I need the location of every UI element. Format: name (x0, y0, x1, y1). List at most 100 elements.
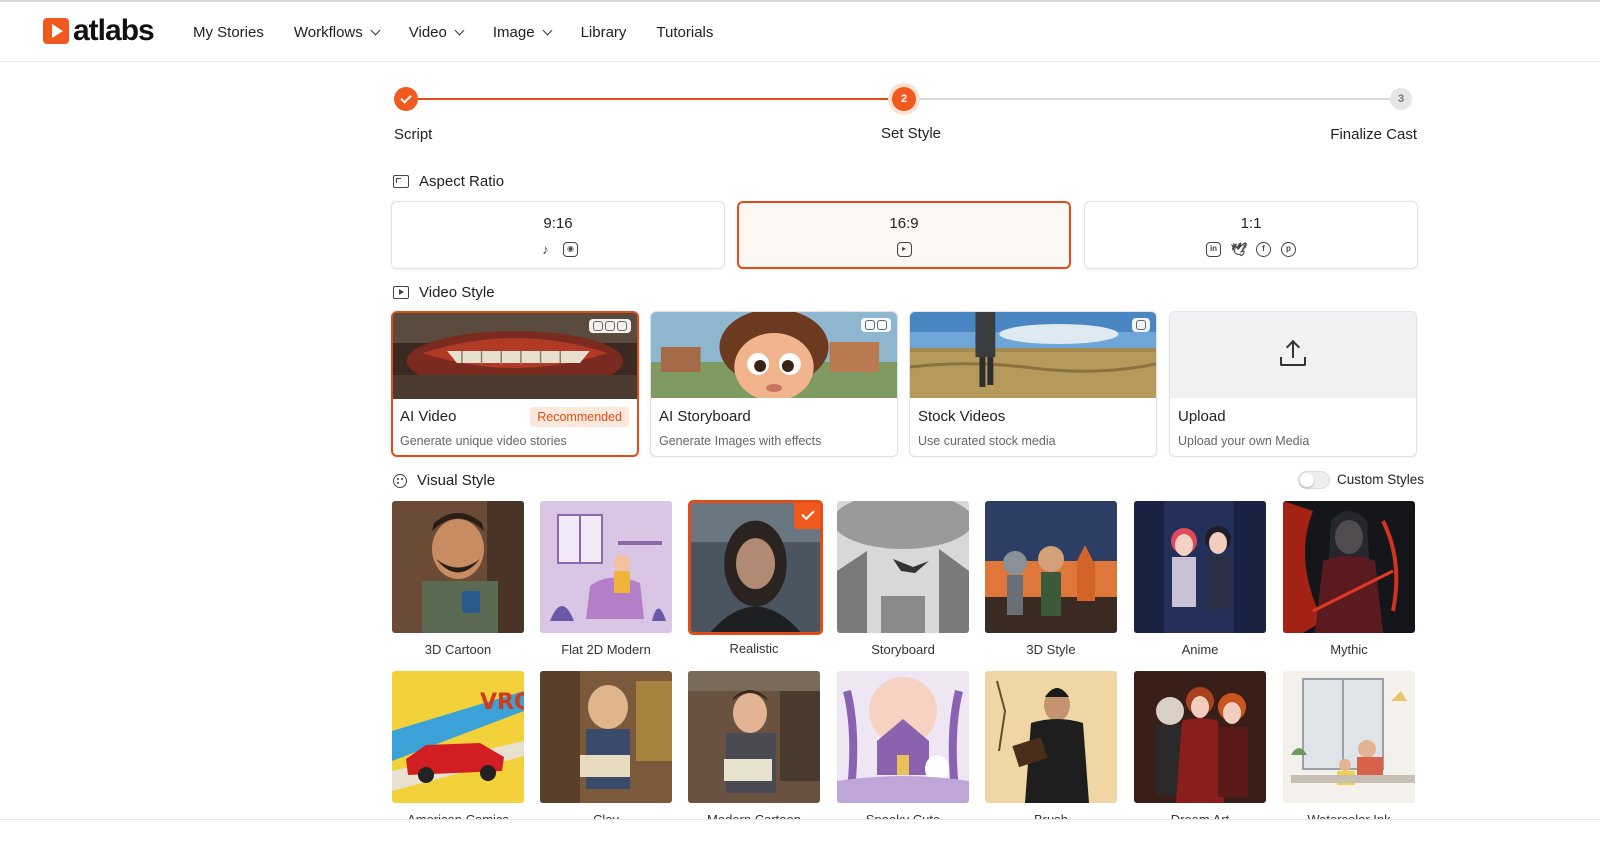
style-tile-clay[interactable]: Clay (540, 671, 672, 827)
credit-icon (877, 320, 887, 330)
style-thumbnail (1134, 501, 1266, 633)
nav-tutorials[interactable]: Tutorials (656, 24, 713, 41)
tiktok-icon: ♪ (542, 242, 549, 257)
nav-library[interactable]: Library (581, 24, 627, 41)
aspect-ratio-heading: Aspect Ratio (393, 173, 504, 190)
youtube-icon: ▸ (896, 242, 912, 257)
credit-cost-badge (589, 319, 631, 333)
nav-workflows[interactable]: Workflows (293, 23, 381, 41)
step-label-set-style: Set Style (881, 125, 942, 142)
style-thumbnail (985, 501, 1117, 633)
logo-play-icon (43, 18, 69, 44)
style-thumbnail (392, 501, 524, 633)
style-thumbnail (985, 671, 1117, 803)
style-tile-realistic[interactable]: Realistic (688, 500, 823, 656)
video-style-subtitle: Generate Images with effects (659, 434, 822, 448)
nav-label: Tutorials (656, 23, 714, 41)
facebook-icon: f (1256, 242, 1271, 257)
chevron-down-icon (454, 25, 465, 35)
top-navbar: atlabs My Stories Workflows Video Image … (0, 2, 1600, 62)
style-label: 3D Cartoon (424, 642, 492, 657)
credit-cost-badge (1132, 318, 1150, 332)
visual-style-heading: Visual Style (393, 472, 495, 489)
style-label: Realistic (729, 641, 779, 656)
video-style-upload[interactable]: Upload Upload your own Media (1169, 311, 1417, 457)
style-label: Mythic (1330, 642, 1368, 657)
ratio-option-1-1[interactable]: 1:1 in 🕊 f p (1084, 201, 1418, 269)
step-2-indicator[interactable]: 2 (892, 87, 916, 111)
video-icon (393, 286, 409, 299)
nav-label: Video (408, 23, 447, 41)
step-label-finalize-cast: Finalize Cast (1330, 126, 1417, 143)
main-nav: My Stories Workflows Video Image Library… (193, 2, 743, 62)
step-label-script: Script (394, 126, 433, 143)
chevron-down-icon (542, 25, 553, 35)
video-style-heading: Video Style (393, 284, 495, 301)
video-style-title: AI Storyboard (659, 408, 751, 425)
credit-icon (593, 321, 603, 331)
video-style-subtitle: Use curated stock media (918, 434, 1056, 448)
style-tile-american-comics[interactable]: VRO American Comics (392, 671, 524, 827)
brand-name: atlabs (73, 14, 155, 47)
style-tile-modern-cartoon[interactable]: Modern Cartoon (688, 671, 820, 827)
step-3-indicator[interactable]: 3 (1390, 88, 1412, 110)
style-tile-brush[interactable]: Brush (985, 671, 1117, 827)
video-style-subtitle: Upload your own Media (1178, 434, 1310, 448)
style-tile-anime[interactable]: Anime (1134, 501, 1266, 657)
nav-label: Image (492, 23, 535, 41)
style-tile-flat-2d-modern[interactable]: Flat 2D Modern (540, 501, 672, 657)
video-style-stock-videos[interactable]: Stock Videos Use curated stock media (909, 311, 1157, 457)
upload-thumbnail (1170, 312, 1416, 398)
style-tile-watercolor-ink[interactable]: Watercolor Ink (1283, 671, 1415, 827)
stock-videos-thumbnail (910, 312, 1156, 398)
ratio-label: 16:9 (889, 215, 919, 232)
style-tile-mythic[interactable]: Mythic (1283, 501, 1415, 657)
credit-cost-badge (861, 318, 891, 332)
chevron-down-icon (370, 25, 381, 35)
nav-my-stories[interactable]: My Stories (193, 24, 264, 41)
style-label: Storyboard (871, 642, 935, 657)
instagram-icon: ◉ (563, 242, 578, 257)
credit-icon (605, 321, 615, 331)
brand-logo[interactable]: atlabs (43, 14, 155, 47)
ratio-option-9-16[interactable]: 9:16 ♪ ◉ (391, 201, 725, 269)
style-thumbnail: VRO (392, 671, 524, 803)
nav-label: Workflows (293, 23, 363, 41)
palette-icon (393, 473, 407, 488)
section-title: Video Style (419, 284, 495, 301)
svg-text:VRO: VRO (480, 690, 524, 715)
style-thumbnail (688, 671, 820, 803)
nav-video[interactable]: Video (408, 23, 465, 41)
aspect-ratio-icon (393, 175, 409, 188)
step-1-check-icon[interactable] (394, 87, 418, 111)
custom-styles-toggle[interactable] (1298, 471, 1330, 489)
video-style-ai-storyboard[interactable]: AI Storyboard Generate Images with effec… (650, 311, 898, 457)
nav-image[interactable]: Image (492, 23, 553, 41)
video-style-subtitle: Generate unique video stories (400, 434, 567, 448)
style-tile-dream-art[interactable]: Dream Art (1134, 671, 1266, 827)
style-thumbnail (1134, 671, 1266, 803)
stepper-line-completed (405, 98, 903, 100)
style-tile-3d-style[interactable]: 3D Style (985, 501, 1117, 657)
credit-icon (865, 320, 875, 330)
style-thumbnail (540, 501, 672, 633)
video-style-title: AI Video (400, 408, 457, 425)
style-thumbnail (837, 671, 969, 803)
style-label: Flat 2D Modern (561, 642, 651, 657)
ratio-option-16-9[interactable]: 16:9 ▸ (737, 201, 1071, 269)
style-tile-storyboard[interactable]: Storyboard (837, 501, 969, 657)
page-bottom-edge (0, 819, 1600, 841)
twitter-icon: 🕊 (1231, 242, 1248, 257)
style-tile-3d-cartoon[interactable]: 3D Cartoon (392, 501, 524, 657)
video-style-title: Upload (1178, 408, 1226, 425)
linkedin-icon: in (1206, 242, 1221, 257)
video-style-title: Stock Videos (918, 408, 1006, 425)
credit-icon (617, 321, 627, 331)
section-title: Visual Style (417, 472, 496, 489)
style-thumbnail (688, 500, 823, 635)
selected-check-icon (794, 503, 820, 529)
stepper-line-pending (903, 98, 1403, 100)
style-thumbnail (540, 671, 672, 803)
style-tile-spooky-cute[interactable]: Spooky Cute (837, 671, 969, 827)
video-style-ai-video[interactable]: AI Video Recommended Generate unique vid… (391, 311, 639, 457)
